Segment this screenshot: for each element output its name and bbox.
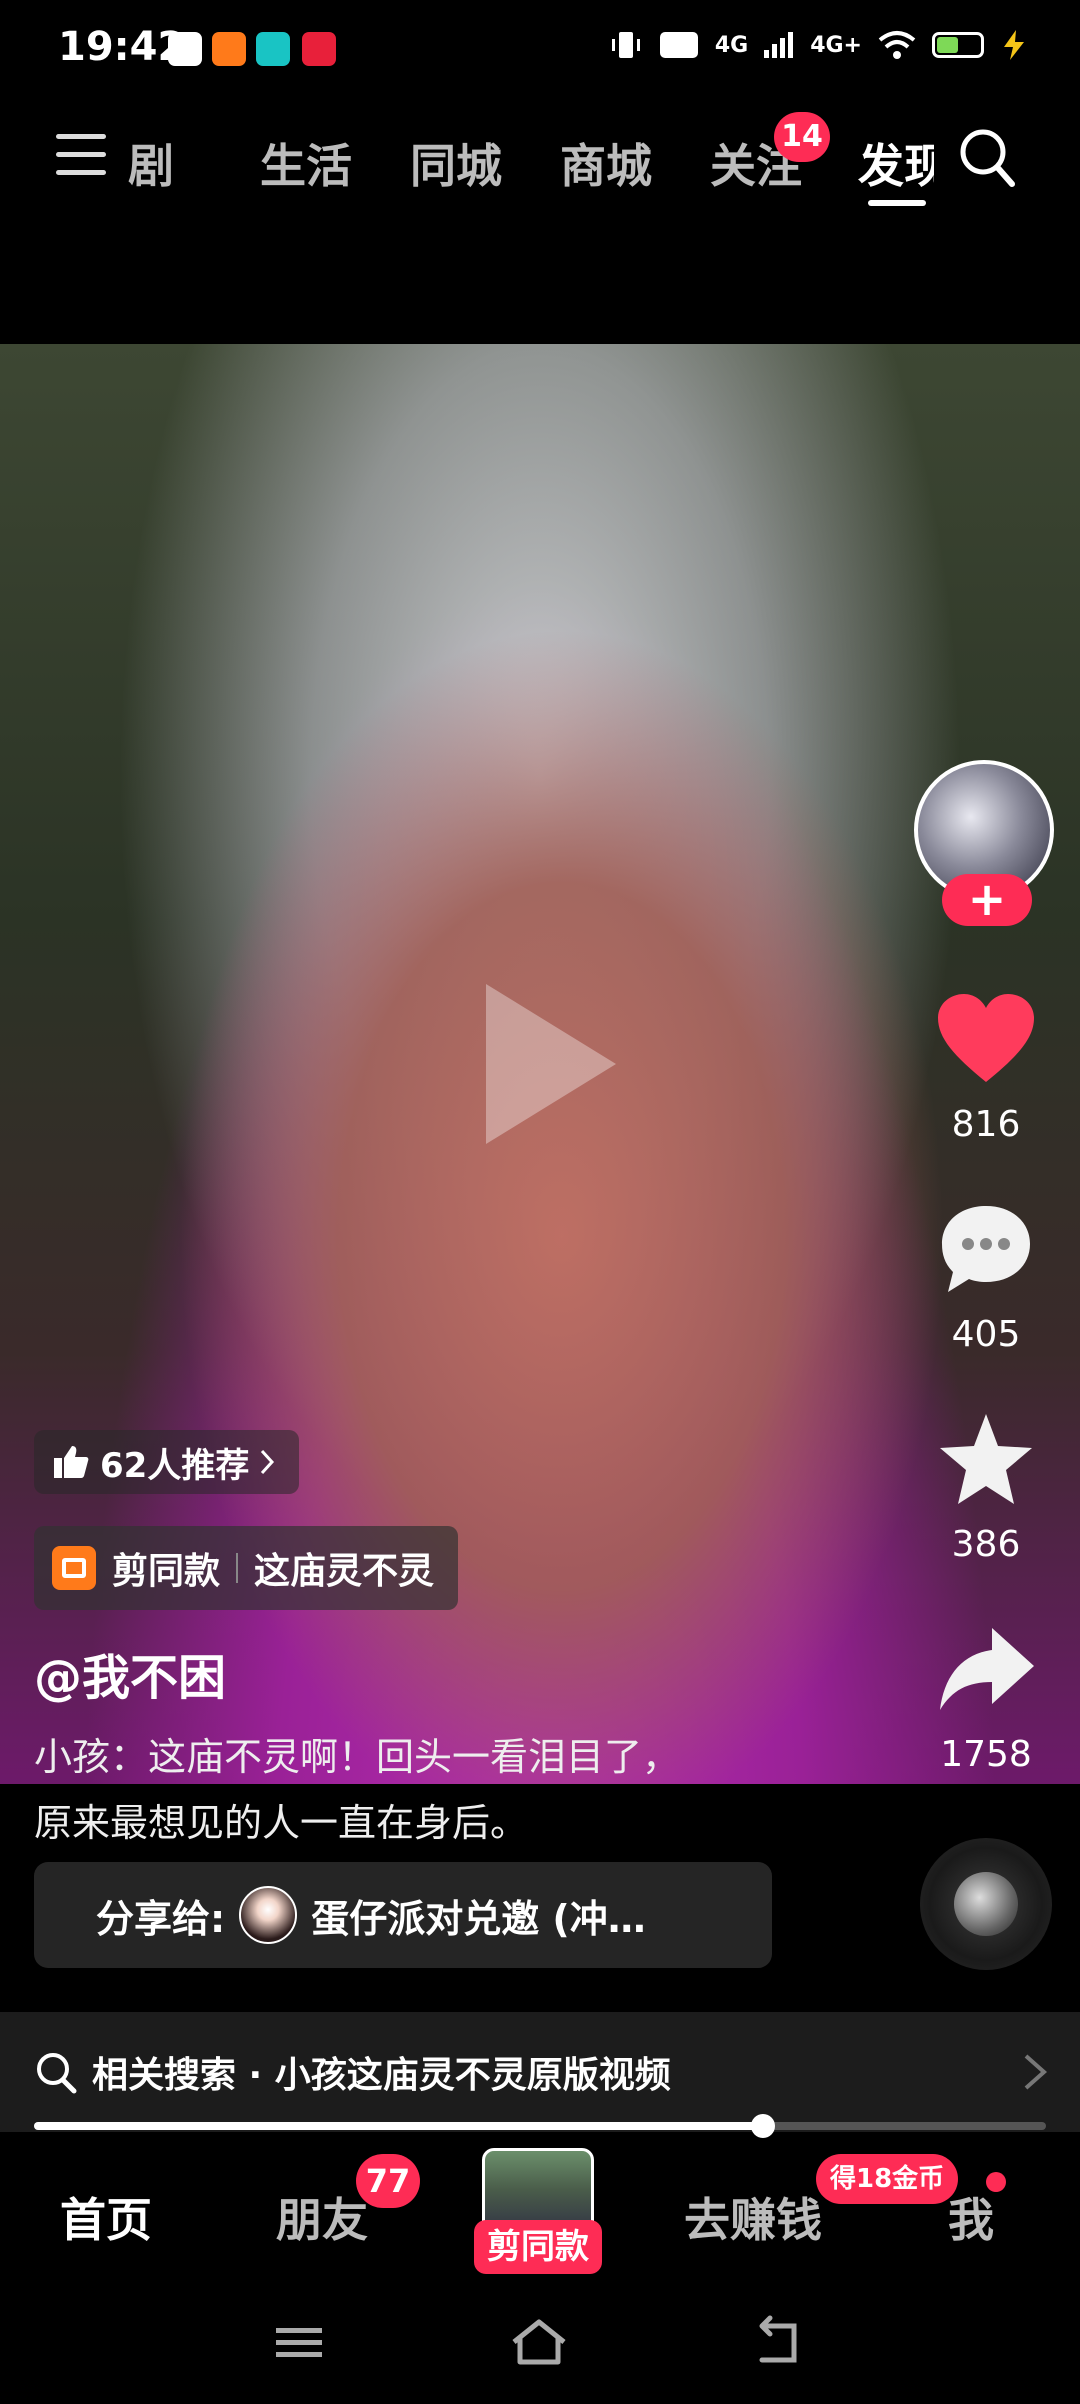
signal-icon bbox=[764, 32, 794, 58]
music-disc[interactable] bbox=[920, 1838, 1052, 1970]
progress-fill bbox=[34, 2122, 763, 2130]
comment-count: 405 bbox=[951, 1314, 1021, 1355]
like-heart-icon[interactable] bbox=[934, 990, 1038, 1090]
status-indicators: 4G 4G+ bbox=[609, 28, 1028, 62]
video-progress-bar[interactable] bbox=[34, 2114, 1046, 2138]
tap-app-icon bbox=[256, 32, 290, 66]
capcut-logo-icon bbox=[52, 1546, 96, 1590]
tab-local[interactable]: 同城 bbox=[410, 130, 502, 196]
recommend-pill[interactable]: 62人推荐 bbox=[34, 1430, 300, 1494]
tab-me[interactable]: 我 bbox=[948, 2184, 994, 2250]
search-icon[interactable] bbox=[958, 126, 1016, 188]
active-tab-indicator bbox=[868, 200, 926, 206]
related-search-bar[interactable]: 相关搜索 · 小孩这庙灵不灵原版视频 bbox=[0, 2012, 1080, 2132]
capcut-center-label[interactable]: 剪同款 bbox=[474, 2220, 602, 2274]
search-icon bbox=[37, 2053, 77, 2094]
coins-badge: 得18金币 bbox=[816, 2154, 959, 2204]
like-count: 816 bbox=[951, 1104, 1021, 1145]
video-app-icon bbox=[168, 32, 202, 66]
favorite-star-icon[interactable] bbox=[934, 1410, 1038, 1510]
caption-line-2: 原来最想见的人一直在身后。 bbox=[34, 1801, 529, 1845]
friends-badge: 77 bbox=[356, 2154, 420, 2208]
capcut-template-pill[interactable]: 剪同款 这庙灵不灵 bbox=[34, 1526, 459, 1610]
hd-icon bbox=[659, 32, 698, 58]
tab-home[interactable]: 首页 bbox=[60, 2184, 152, 2250]
follow-button[interactable]: + bbox=[942, 874, 1032, 926]
system-nav-bar bbox=[0, 2284, 1080, 2404]
tab-mall[interactable]: 商城 bbox=[560, 130, 652, 196]
me-notification-dot bbox=[986, 2172, 1006, 2192]
network-label-2: 4G+ bbox=[810, 32, 862, 58]
music-cover bbox=[954, 1872, 1018, 1936]
share-prefix: 分享给: bbox=[96, 1896, 226, 1941]
tab-life[interactable]: 生活 bbox=[260, 130, 352, 196]
back-icon[interactable] bbox=[744, 2312, 814, 2372]
share-arrow-icon[interactable] bbox=[934, 1620, 1038, 1720]
chevron-right-icon bbox=[1024, 2054, 1048, 2090]
tab-friends[interactable]: 朋友 bbox=[276, 2184, 368, 2250]
battery-icon bbox=[932, 32, 984, 58]
share-target-name: 蛋仔派对兑邀 (冲… bbox=[311, 1896, 646, 1941]
top-nav: 剧 生活 同城 商城 关注 14 发现 bbox=[0, 112, 1080, 208]
wifi-icon bbox=[878, 31, 916, 59]
tab-earn[interactable]: 去赚钱 bbox=[684, 2184, 822, 2250]
recent-apps-icon[interactable] bbox=[264, 2312, 334, 2372]
network-label-1: 4G bbox=[714, 32, 749, 58]
share-count: 1758 bbox=[940, 1734, 1032, 1775]
capcut-label: 剪同款 bbox=[112, 1551, 221, 1592]
vibrate-icon bbox=[611, 32, 640, 58]
bottom-tab-bar: 首页 朋友 77 剪同款 去赚钱 得18金币 我 bbox=[0, 2134, 1080, 2284]
caption-line-1: 小孩：这庙不灵啊！回头一看泪目了， bbox=[34, 1735, 681, 1779]
following-badge: 14 bbox=[774, 112, 830, 162]
chevron-right-icon bbox=[261, 1449, 275, 1475]
thumbs-up-icon bbox=[54, 1446, 89, 1478]
menu-icon[interactable] bbox=[56, 134, 106, 180]
home-icon[interactable] bbox=[504, 2312, 574, 2372]
tab-drama[interactable]: 剧 bbox=[128, 130, 174, 196]
related-search-text: 相关搜索 · 小孩这庙灵不灵原版视频 bbox=[92, 2055, 671, 2096]
recommend-text: 62人推荐 bbox=[100, 1445, 250, 1486]
tab-discover[interactable]: 发现 bbox=[858, 130, 934, 196]
share-target-avatar bbox=[239, 1886, 298, 1944]
share-to-bar[interactable]: 分享给: 蛋仔派对兑邀 (冲… bbox=[34, 1862, 772, 1968]
author-name[interactable]: @我不困 bbox=[34, 1638, 226, 1708]
charging-icon bbox=[1004, 30, 1024, 60]
divider bbox=[236, 1553, 239, 1583]
game-app-icon bbox=[302, 32, 336, 66]
kuaishou-app-icon bbox=[212, 32, 246, 66]
favorite-count: 386 bbox=[951, 1524, 1021, 1565]
capcut-template-name: 这庙灵不灵 bbox=[254, 1551, 435, 1592]
status-time: 19:42 bbox=[58, 24, 186, 70]
play-icon[interactable] bbox=[476, 974, 626, 1154]
comment-icon[interactable] bbox=[934, 1200, 1038, 1300]
status-bar: 19:42 4G 4G+ bbox=[0, 0, 1080, 100]
